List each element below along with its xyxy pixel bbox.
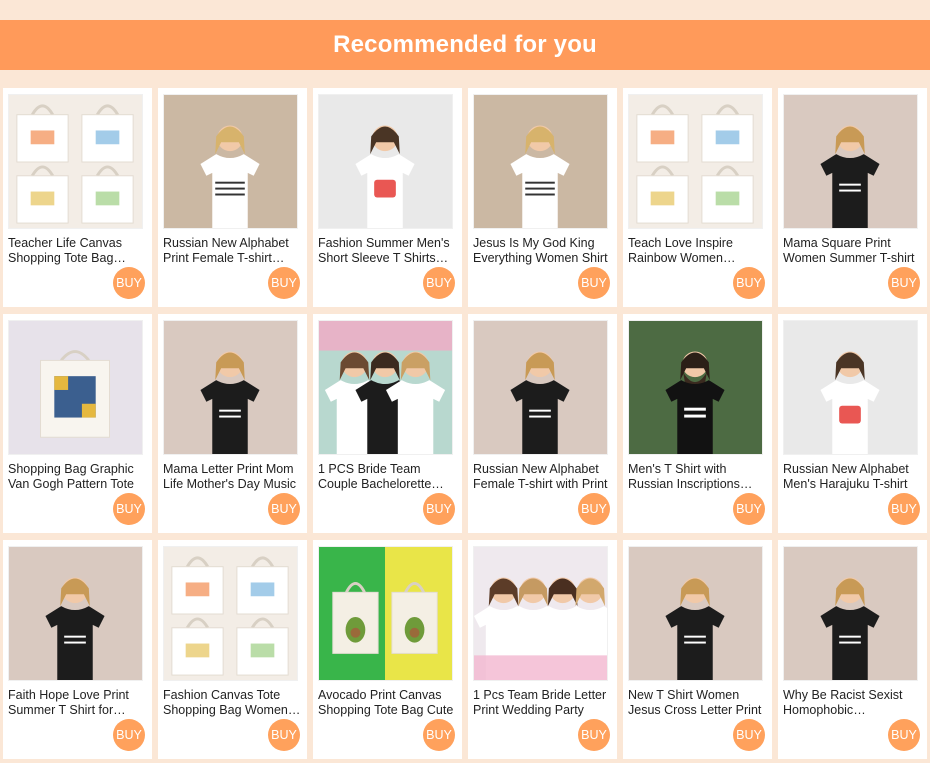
product-image[interactable] [318, 94, 453, 229]
buy-button[interactable]: BUY [733, 493, 765, 525]
product-image[interactable] [783, 94, 918, 229]
product-card[interactable]: Teacher Life Canvas Shopping Tote Bag Wo… [3, 88, 152, 307]
product-title[interactable]: Why Be Racist Sexist Homophobic Transpho… [783, 688, 921, 718]
product-title[interactable]: Teach Love Inspire Rainbow Women Canvas … [628, 236, 766, 266]
buy-button[interactable]: BUY [733, 719, 765, 751]
product-image[interactable] [318, 546, 453, 681]
product-card[interactable]: Russian New Alphabet Female T-shirt with… [468, 314, 617, 533]
buy-button[interactable]: BUY [423, 267, 455, 299]
product-image[interactable] [318, 320, 453, 455]
buy-button[interactable]: BUY [888, 493, 920, 525]
buy-button[interactable]: BUY [578, 493, 610, 525]
product-image[interactable] [8, 94, 143, 229]
product-image[interactable] [783, 320, 918, 455]
product-card[interactable]: Fashion Summer Men's Short Sleeve T Shir… [313, 88, 462, 307]
buy-button[interactable]: BUY [578, 267, 610, 299]
product-card[interactable]: Men's T Shirt with Russian Inscriptions … [623, 314, 772, 533]
product-card[interactable]: 1 Pcs Team Bride Letter Print Wedding Pa… [468, 540, 617, 759]
product-image[interactable] [783, 546, 918, 681]
buy-button[interactable]: BUY [113, 719, 145, 751]
product-title[interactable]: Russian New Alphabet Female T-shirt with… [473, 462, 611, 492]
product-grid: Teacher Life Canvas Shopping Tote Bag Wo… [3, 88, 927, 759]
buy-button[interactable]: BUY [423, 493, 455, 525]
buy-button[interactable]: BUY [888, 267, 920, 299]
product-title[interactable]: New T Shirt Women Jesus Cross Letter Pri… [628, 688, 766, 718]
product-image[interactable] [628, 320, 763, 455]
product-card[interactable]: Teach Love Inspire Rainbow Women Canvas … [623, 88, 772, 307]
product-image[interactable] [628, 94, 763, 229]
buy-button[interactable]: BUY [268, 267, 300, 299]
product-title[interactable]: Fashion Canvas Tote Shopping Bag Women L… [163, 688, 301, 718]
product-image[interactable] [8, 546, 143, 681]
buy-button[interactable]: BUY [888, 719, 920, 751]
product-card[interactable]: Shopping Bag Graphic Van Gogh Pattern To… [3, 314, 152, 533]
product-title[interactable]: Mama Square Print Women Summer T-shirt [783, 236, 921, 266]
product-card[interactable]: Avocado Print Canvas Shopping Tote Bag C… [313, 540, 462, 759]
product-card[interactable]: Russian New Alphabet Men's Harajuku T-sh… [778, 314, 927, 533]
product-title[interactable]: Jesus Is My God King Everything Women Sh… [473, 236, 611, 266]
product-card[interactable]: Jesus Is My God King Everything Women Sh… [468, 88, 617, 307]
product-image[interactable] [163, 546, 298, 681]
product-card[interactable]: Why Be Racist Sexist Homophobic Transpho… [778, 540, 927, 759]
product-image[interactable] [473, 94, 608, 229]
buy-button[interactable]: BUY [113, 493, 145, 525]
product-title[interactable]: Mama Letter Print Mom Life Mother's Day … [163, 462, 301, 492]
product-title[interactable]: Russian New Alphabet Print Female T-shir… [163, 236, 301, 266]
product-card[interactable]: 1 PCS Bride Team Couple Bachelorette Par… [313, 314, 462, 533]
product-title[interactable]: 1 Pcs Team Bride Letter Print Wedding Pa… [473, 688, 611, 718]
product-card[interactable]: Fashion Canvas Tote Shopping Bag Women L… [158, 540, 307, 759]
buy-button[interactable]: BUY [268, 493, 300, 525]
page-title: Recommended for you [333, 31, 597, 58]
product-title[interactable]: Avocado Print Canvas Shopping Tote Bag C… [318, 688, 456, 718]
product-card[interactable]: Mama Square Print Women Summer T-shirt BU… [778, 88, 927, 307]
product-title[interactable]: Shopping Bag Graphic Van Gogh Pattern To… [8, 462, 146, 492]
buy-button[interactable]: BUY [733, 267, 765, 299]
product-image[interactable] [163, 94, 298, 229]
product-card[interactable]: New T Shirt Women Jesus Cross Letter Pri… [623, 540, 772, 759]
product-card[interactable]: Mama Letter Print Mom Life Mother's Day … [158, 314, 307, 533]
product-image[interactable] [163, 320, 298, 455]
product-title[interactable]: Teacher Life Canvas Shopping Tote Bag Wo… [8, 236, 146, 266]
recommendations-header: Recommended for you [0, 20, 930, 70]
product-title[interactable]: Russian New Alphabet Men's Harajuku T-sh… [783, 462, 921, 492]
product-image[interactable] [8, 320, 143, 455]
product-card[interactable]: Faith Hope Love Print Summer T Shirt for… [3, 540, 152, 759]
product-title[interactable]: 1 PCS Bride Team Couple Bachelorette Par… [318, 462, 456, 492]
product-title[interactable]: Fashion Summer Men's Short Sleeve T Shir… [318, 236, 456, 266]
product-title[interactable]: Faith Hope Love Print Summer T Shirt for… [8, 688, 146, 718]
product-image[interactable] [473, 546, 608, 681]
buy-button[interactable]: BUY [423, 719, 455, 751]
product-image[interactable] [628, 546, 763, 681]
product-title[interactable]: Men's T Shirt with Russian Inscriptions … [628, 462, 766, 492]
buy-button[interactable]: BUY [268, 719, 300, 751]
buy-button[interactable]: BUY [113, 267, 145, 299]
product-image[interactable] [473, 320, 608, 455]
buy-button[interactable]: BUY [578, 719, 610, 751]
product-card[interactable]: Russian New Alphabet Print Female T-shir… [158, 88, 307, 307]
